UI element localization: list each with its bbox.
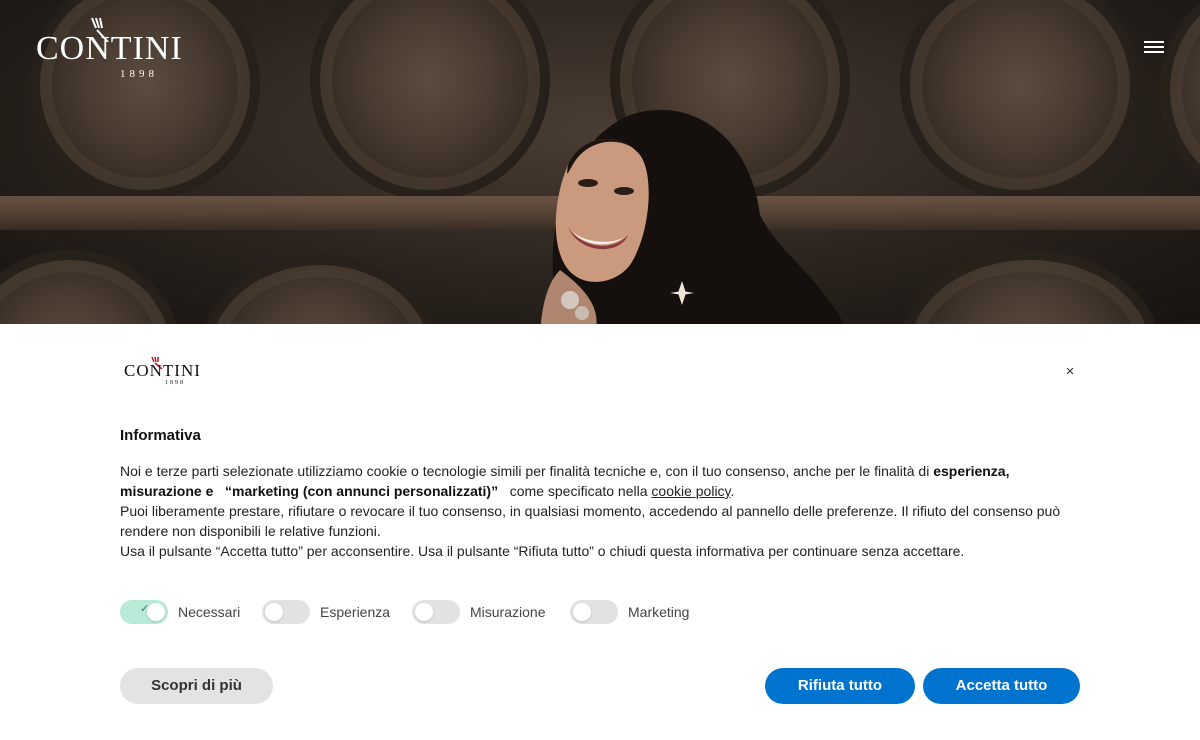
text-p1-part1: Noi e terze parti selezionate utilizziam… <box>120 463 934 479</box>
banner-text: Noi e terze parti selezionate utilizziam… <box>120 461 1085 561</box>
text-p3: Usa il pulsante “Accetta tutto” per acco… <box>120 543 965 559</box>
close-icon[interactable]: × <box>1062 364 1078 380</box>
text-p1-part2: come specificato nella <box>505 483 652 499</box>
logo-year: 1898 <box>120 68 158 80</box>
logo-wordmark: CONTINI <box>36 30 183 67</box>
barrel-decor <box>310 0 550 200</box>
toggle-label: Necessari <box>178 604 241 620</box>
text-p1-end: . <box>730 483 735 499</box>
barrel-decor <box>1160 0 1200 200</box>
toggle-marketing[interactable]: Marketing <box>570 600 689 624</box>
banner-logo-wordmark: CONTINI <box>124 361 201 380</box>
toggle-misurazione[interactable]: Misurazione <box>412 600 545 624</box>
accept-all-button[interactable]: Accetta tutto <box>923 668 1080 704</box>
learn-more-button[interactable]: Scopri di più <box>120 668 273 704</box>
banner-logo: CONTINI 1898 <box>124 356 234 392</box>
barrel-decor <box>0 250 180 324</box>
toggle-switch[interactable]: ✓ <box>120 600 168 624</box>
barrel-decor <box>200 255 440 324</box>
text-p1-bold2: “marketing (con annunci personalizzati)” <box>225 483 499 499</box>
toggle-switch[interactable] <box>412 600 460 624</box>
reject-all-button[interactable]: Rifiuta tutto <box>765 668 915 704</box>
toggle-label: Marketing <box>628 604 690 620</box>
banner-title: Informativa <box>120 427 201 444</box>
toggle-switch[interactable] <box>570 600 618 624</box>
hamburger-menu-icon[interactable] <box>1142 38 1166 58</box>
toggle-label: Esperienza <box>320 604 391 620</box>
toggle-switch[interactable] <box>262 600 310 624</box>
toggle-esperienza[interactable]: Esperienza <box>262 600 390 624</box>
barrel-decor <box>900 250 1160 324</box>
brand-logo[interactable]: CONTINI 1898 <box>36 16 250 82</box>
toggle-necessari[interactable]: ✓ Necessari <box>120 600 240 624</box>
hero-image: CONTINI 1898 <box>0 0 1200 324</box>
banner-logo-year: 1898 <box>165 380 185 386</box>
woman-portrait <box>540 110 845 324</box>
cookie-banner: CONTINI 1898 × Informativa Noi e terze p… <box>0 324 1200 740</box>
toggle-label: Misurazione <box>470 604 546 620</box>
text-p2: Puoi liberamente prestare, rifiutare o r… <box>120 503 1061 539</box>
cookie-policy-link[interactable]: cookie policy <box>651 483 730 499</box>
barrel-decor <box>900 0 1140 200</box>
